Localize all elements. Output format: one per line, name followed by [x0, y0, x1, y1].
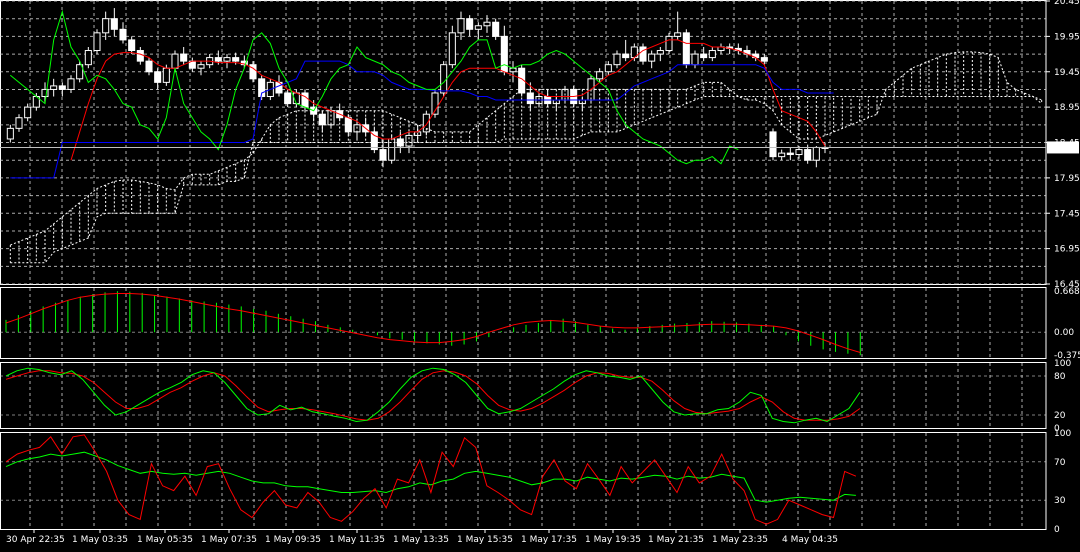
time-axis-label: 30 Apr 22:35: [6, 535, 65, 545]
trading-chart[interactable]: 20.4519.9519.4518.9518.4517.9517.4516.95…: [0, 0, 1080, 548]
candle-bull: [483, 21, 491, 27]
macd-axis-tick-label: 0.00: [1054, 328, 1074, 338]
candle-bear: [370, 131, 378, 151]
candle-bear: [128, 39, 136, 52]
oscillator-axis-tick-label: 70: [1054, 458, 1066, 468]
price-axis-tick-label: 19.95: [1054, 32, 1080, 42]
candle-bull: [648, 53, 656, 62]
candle-bull: [665, 35, 673, 52]
candle-bull: [812, 146, 820, 161]
candle-bull: [84, 50, 92, 66]
time-axis-label: 1 May 09:35: [265, 535, 321, 545]
price-axis-tick-label: 16.95: [1054, 245, 1080, 255]
candle-bull: [457, 18, 465, 34]
candle-bull: [448, 32, 456, 66]
time-axis-label: 1 May 13:35: [393, 535, 449, 545]
candle-bull: [440, 64, 448, 94]
candle-bull: [509, 67, 517, 73]
time-axis-label: 1 May 07:35: [201, 535, 257, 545]
time-axis-label: 1 May 11:35: [329, 535, 385, 545]
candle-bull: [474, 25, 482, 30]
candle-bear: [180, 53, 188, 62]
candle-bear: [145, 60, 153, 73]
candle-bear: [500, 35, 508, 73]
candle-bull: [15, 117, 23, 129]
chart-canvas[interactable]: 20.4519.9519.4518.9518.4517.9517.4516.95…: [0, 0, 1080, 548]
candle-bull: [93, 32, 101, 52]
candle-bull: [102, 18, 110, 34]
macd-axis-tick-label: 0.668: [1054, 287, 1080, 297]
candle-bull: [171, 53, 179, 69]
candle-bull: [708, 50, 716, 59]
candle-bear: [769, 131, 777, 158]
candle-bull: [596, 71, 604, 80]
candle-bear: [786, 152, 794, 156]
candle-bull: [6, 127, 14, 140]
candle-bear: [760, 57, 768, 62]
candle-bull: [795, 149, 803, 156]
candle-bull: [50, 85, 58, 90]
time-axis-label: 1 May 21:35: [648, 535, 704, 545]
candle-bull: [656, 50, 664, 55]
candle-bull: [604, 64, 612, 73]
candle-bear: [492, 21, 500, 37]
time-axis-label: 1 May 23:35: [712, 535, 768, 545]
time-axis-label: 1 May 05:35: [137, 535, 193, 545]
candle-bear: [58, 85, 66, 90]
candle-bear: [700, 53, 708, 59]
price-axis-tick-label: 20.45: [1054, 0, 1080, 7]
candle-bull: [24, 106, 32, 119]
candle-bear: [232, 57, 240, 62]
stochastic-axis-tick-label: 100: [1054, 359, 1071, 369]
chart-background: [0, 0, 1080, 548]
candle-bull: [674, 32, 682, 37]
candle-bull: [405, 134, 413, 147]
stochastic-axis-tick-label: 20: [1054, 411, 1066, 421]
stochastic-axis-tick-label: 80: [1054, 372, 1066, 382]
candle-bear: [622, 53, 630, 59]
candle-bear: [804, 149, 812, 161]
candle-bear: [682, 32, 690, 66]
candle-bear: [466, 18, 474, 30]
candle-bear: [379, 149, 387, 161]
time-axis-label: 1 May 03:35: [72, 535, 128, 545]
time-axis-label: 1 May 17:35: [521, 535, 577, 545]
oscillator-axis-tick-label: 100: [1054, 429, 1071, 439]
price-axis-tick-label: 18.95: [1054, 103, 1080, 113]
candle-bear: [301, 92, 309, 108]
candle-bull: [691, 53, 699, 66]
time-axis-label: 4 May 04:35: [782, 535, 838, 545]
candle-bear: [214, 57, 222, 62]
price-axis-tick-label: 19.45: [1054, 68, 1080, 78]
candle-bull: [613, 53, 621, 66]
price-axis-tick-label: 17.45: [1054, 209, 1080, 219]
candle-bull: [778, 152, 786, 158]
oscillator-axis-tick-label: 30: [1054, 496, 1066, 506]
time-axis-label: 1 May 19:35: [585, 535, 641, 545]
candle-bear: [154, 71, 162, 83]
current-price-label: 18.38: [1050, 143, 1076, 153]
time-axis-label: 1 May 15:35: [457, 535, 513, 545]
candle-bull: [197, 64, 205, 69]
candle-bear: [136, 50, 144, 62]
candle-bear: [119, 28, 127, 41]
candle-bear: [284, 92, 292, 105]
candle-bull: [67, 78, 75, 90]
candle-bull: [223, 57, 231, 62]
candle-bull: [162, 67, 170, 83]
candle-bear: [110, 18, 118, 30]
price-axis-tick-label: 17.95: [1054, 174, 1080, 184]
oscillator-axis-tick-label: 0: [1054, 525, 1060, 535]
